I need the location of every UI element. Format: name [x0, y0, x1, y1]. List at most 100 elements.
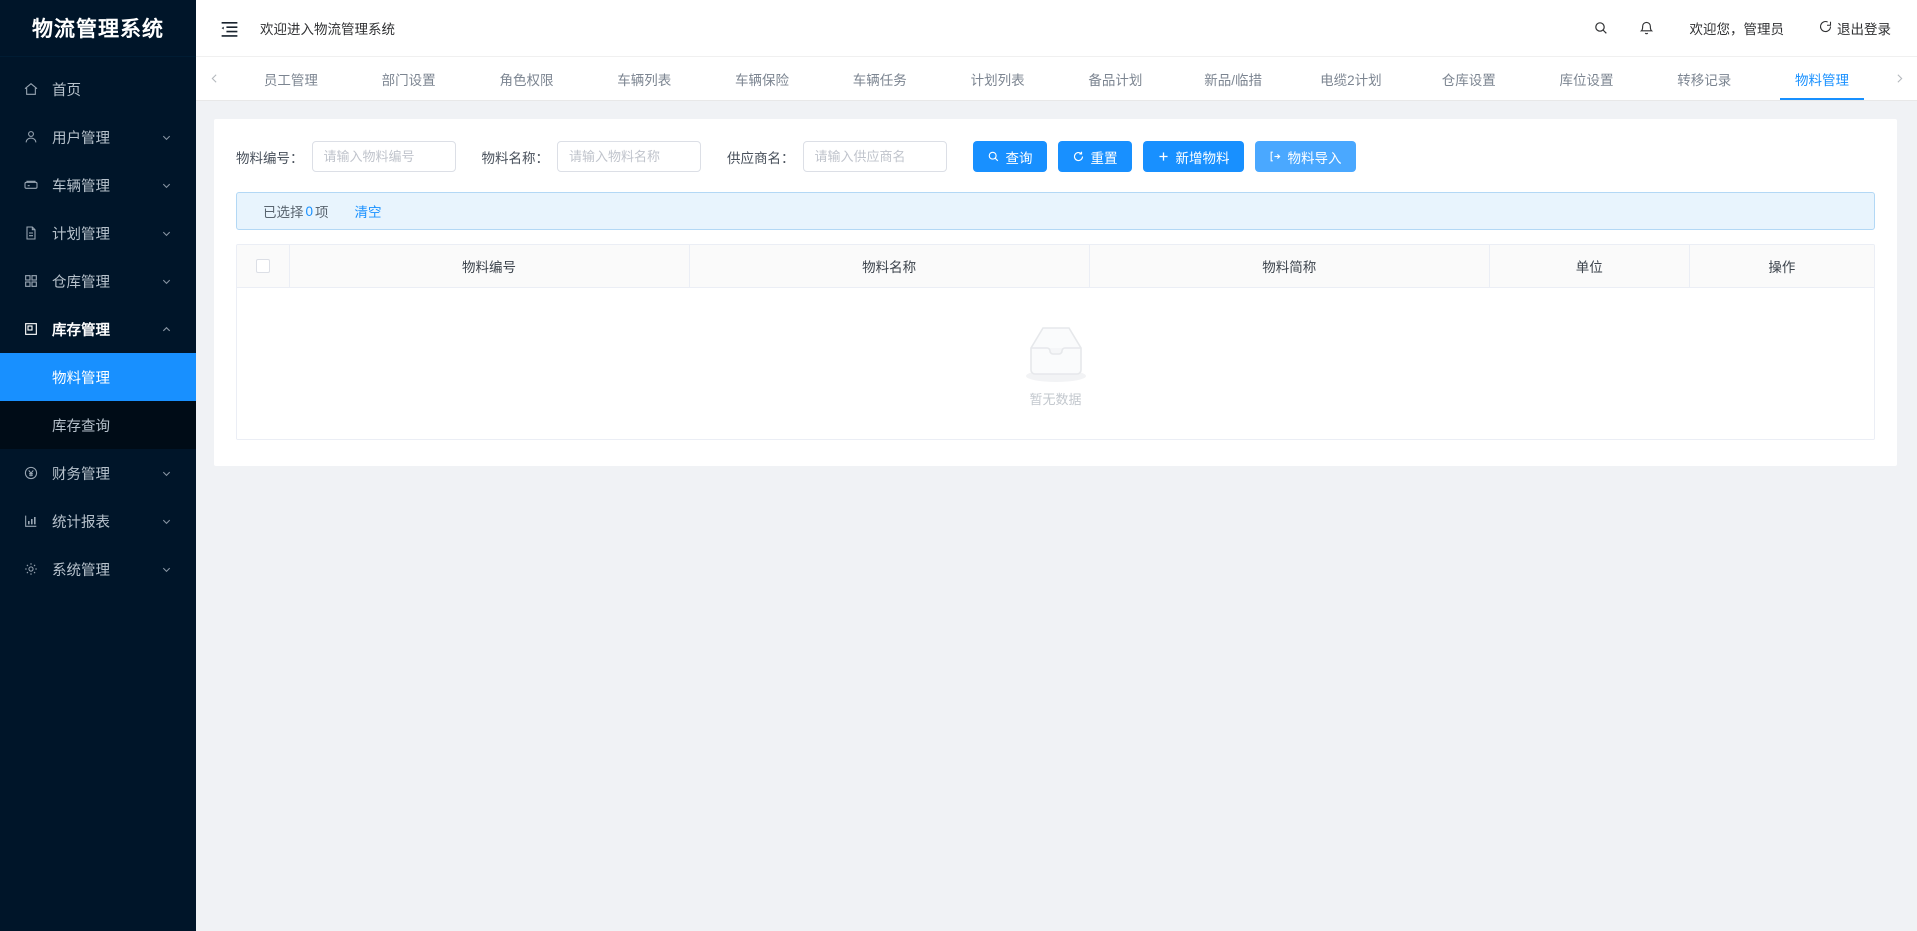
tab-warehouse-settings[interactable]: 仓库设置 — [1410, 57, 1528, 100]
sidebar-item-inventory-management[interactable]: 库存管理 — [0, 305, 196, 353]
sidebar-item-home[interactable]: 首页 — [0, 65, 196, 113]
clear-selection-link[interactable]: 清空 — [355, 201, 382, 221]
reset-button-label: 重置 — [1090, 150, 1118, 166]
tab-label: 计划列表 — [970, 72, 1025, 88]
menu-fold-icon[interactable] — [216, 15, 242, 41]
tab-role-permissions[interactable]: 角色权限 — [468, 57, 586, 100]
tab-label: 电缆2计划 — [1320, 72, 1382, 88]
chevron-right-icon[interactable] — [1881, 57, 1917, 100]
selection-prefix: 已选择 — [263, 205, 304, 220]
import-material-button-label: 物料导入 — [1287, 150, 1342, 166]
tab-location-settings[interactable]: 库位设置 — [1528, 57, 1646, 100]
column-material-name[interactable]: 物料名称 — [689, 245, 1090, 288]
tab-label: 备品计划 — [1088, 72, 1143, 88]
sidebar-item-label: 仓库管理 — [52, 274, 110, 291]
material-name-input[interactable] — [557, 141, 701, 172]
sidebar-item-label: 财务管理 — [52, 466, 110, 483]
top-header: 欢迎进入物流管理系统 欢迎您，管理员 退出登录 — [196, 0, 1917, 57]
supplier-name-input[interactable] — [802, 141, 947, 172]
sidebar-item-label: 计划管理 — [52, 226, 110, 243]
bell-icon[interactable] — [1632, 13, 1662, 43]
box-icon — [22, 320, 40, 338]
tab-plan-list[interactable]: 计划列表 — [939, 57, 1057, 100]
import-icon — [1269, 150, 1282, 163]
user-greeting: 欢迎您，管理员 — [1689, 22, 1785, 37]
tab-spare-parts-plan[interactable]: 备品计划 — [1056, 57, 1174, 100]
query-button-label: 查询 — [1005, 150, 1033, 166]
app-root: 物流管理系统 首页 用户管理 车辆管理 计划管理 仓库管理 库存管理 物料管理 … — [0, 0, 1917, 931]
plus-icon — [1157, 150, 1170, 163]
query-button[interactable]: 查询 — [972, 141, 1047, 172]
tab-cable2-plan[interactable]: 电缆2计划 — [1292, 57, 1410, 100]
refresh-icon — [1072, 150, 1085, 163]
tab-department-settings[interactable]: 部门设置 — [350, 57, 468, 100]
import-material-button[interactable]: 物料导入 — [1254, 141, 1356, 172]
tab-employee-management[interactable]: 员工管理 — [232, 57, 350, 100]
logout-icon — [1818, 19, 1833, 37]
sidebar-item-statistics-report[interactable]: 统计报表 — [0, 497, 196, 545]
sidebar-item-inventory-query[interactable]: 库存查询 — [0, 401, 196, 449]
tab-transfer-records[interactable]: 转移记录 — [1645, 57, 1763, 100]
selection-bar: 已选择 0 项 清空 — [236, 192, 1875, 230]
grid-icon — [22, 272, 40, 290]
tab-material-management[interactable]: 物料管理 — [1763, 57, 1881, 100]
field-label: 物料编号： — [236, 150, 304, 166]
tab-label: 角色权限 — [499, 72, 554, 88]
sidebar: 物流管理系统 首页 用户管理 车辆管理 计划管理 仓库管理 库存管理 物料管理 … — [0, 0, 196, 931]
material-table: 物料编号 物料名称 物料简称 单位 操作 暂无数据 — [236, 244, 1875, 440]
tab-vehicle-list[interactable]: 车辆列表 — [585, 57, 703, 100]
sidebar-item-material-management[interactable]: 物料管理 — [0, 353, 196, 401]
tab-new-temp-items[interactable]: 新品/临措 — [1174, 57, 1292, 100]
logout-button[interactable]: 退出登录 — [1818, 18, 1891, 38]
field-label: 供应商名： — [727, 150, 795, 166]
page-content: 物料编号： 物料名称： 供应商名： — [196, 101, 1917, 931]
select-all-checkbox[interactable] — [255, 259, 270, 274]
logout-label: 退出登录 — [1837, 22, 1891, 37]
chevron-down-icon — [160, 563, 172, 575]
search-form: 物料编号： 物料名称： 供应商名： — [236, 137, 1875, 180]
column-unit[interactable]: 单位 — [1489, 245, 1690, 288]
bar-chart-icon — [22, 512, 40, 530]
sidebar-item-user-management[interactable]: 用户管理 — [0, 113, 196, 161]
empty-box-icon — [1017, 318, 1095, 397]
tab-label: 转移记录 — [1677, 72, 1732, 88]
empty-state: 暂无数据 — [1017, 318, 1095, 408]
search-icon[interactable] — [1586, 13, 1616, 43]
sidebar-item-label: 首页 — [52, 82, 81, 99]
select-all-header — [237, 245, 290, 288]
add-material-button[interactable]: 新增物料 — [1142, 141, 1244, 172]
tab-label: 车辆保险 — [735, 72, 790, 88]
column-material-short-name[interactable]: 物料简称 — [1089, 245, 1490, 288]
column-actions[interactable]: 操作 — [1689, 245, 1874, 288]
empty-state-row: 暂无数据 — [237, 287, 1874, 439]
sidebar-menu: 首页 用户管理 车辆管理 计划管理 仓库管理 库存管理 物料管理 库存查询 财务… — [0, 57, 196, 593]
chevron-down-icon — [160, 227, 172, 239]
money-circle-icon — [22, 464, 40, 482]
sidebar-subitem-label: 物料管理 — [52, 370, 110, 387]
sidebar-item-system-management[interactable]: 系统管理 — [0, 545, 196, 593]
field-label: 物料名称： — [481, 150, 550, 166]
welcome-message: 欢迎进入物流管理系统 — [260, 22, 395, 37]
sidebar-submenu-inventory: 物料管理 库存查询 — [0, 353, 196, 449]
sidebar-item-warehouse-management[interactable]: 仓库管理 — [0, 257, 196, 305]
sidebar-item-label: 统计报表 — [52, 514, 110, 531]
app-logo: 物流管理系统 — [0, 0, 196, 57]
sidebar-subitem-label: 库存查询 — [52, 418, 110, 435]
material-code-input[interactable] — [311, 141, 456, 172]
sidebar-item-vehicle-management[interactable]: 车辆管理 — [0, 161, 196, 209]
tab-vehicle-task[interactable]: 车辆任务 — [821, 57, 939, 100]
sidebar-item-plan-management[interactable]: 计划管理 — [0, 209, 196, 257]
document-icon — [22, 224, 40, 242]
tab-vehicle-insurance[interactable]: 车辆保险 — [703, 57, 821, 100]
empty-state-text: 暂无数据 — [1029, 392, 1082, 408]
sidebar-item-label: 系统管理 — [52, 562, 110, 579]
table-body: 暂无数据 — [237, 287, 1874, 439]
column-material-code[interactable]: 物料编号 — [289, 245, 690, 288]
chevron-left-icon[interactable] — [196, 57, 232, 100]
sidebar-item-finance-management[interactable]: 财务管理 — [0, 449, 196, 497]
chevron-up-icon — [160, 323, 172, 335]
tab-bar: 员工管理 部门设置 角色权限 车辆列表 车辆保险 车辆任务 计划列表 备品计划 … — [196, 57, 1917, 101]
sidebar-item-label: 车辆管理 — [52, 178, 110, 195]
reset-button[interactable]: 重置 — [1057, 141, 1132, 172]
chevron-down-icon — [160, 467, 172, 479]
